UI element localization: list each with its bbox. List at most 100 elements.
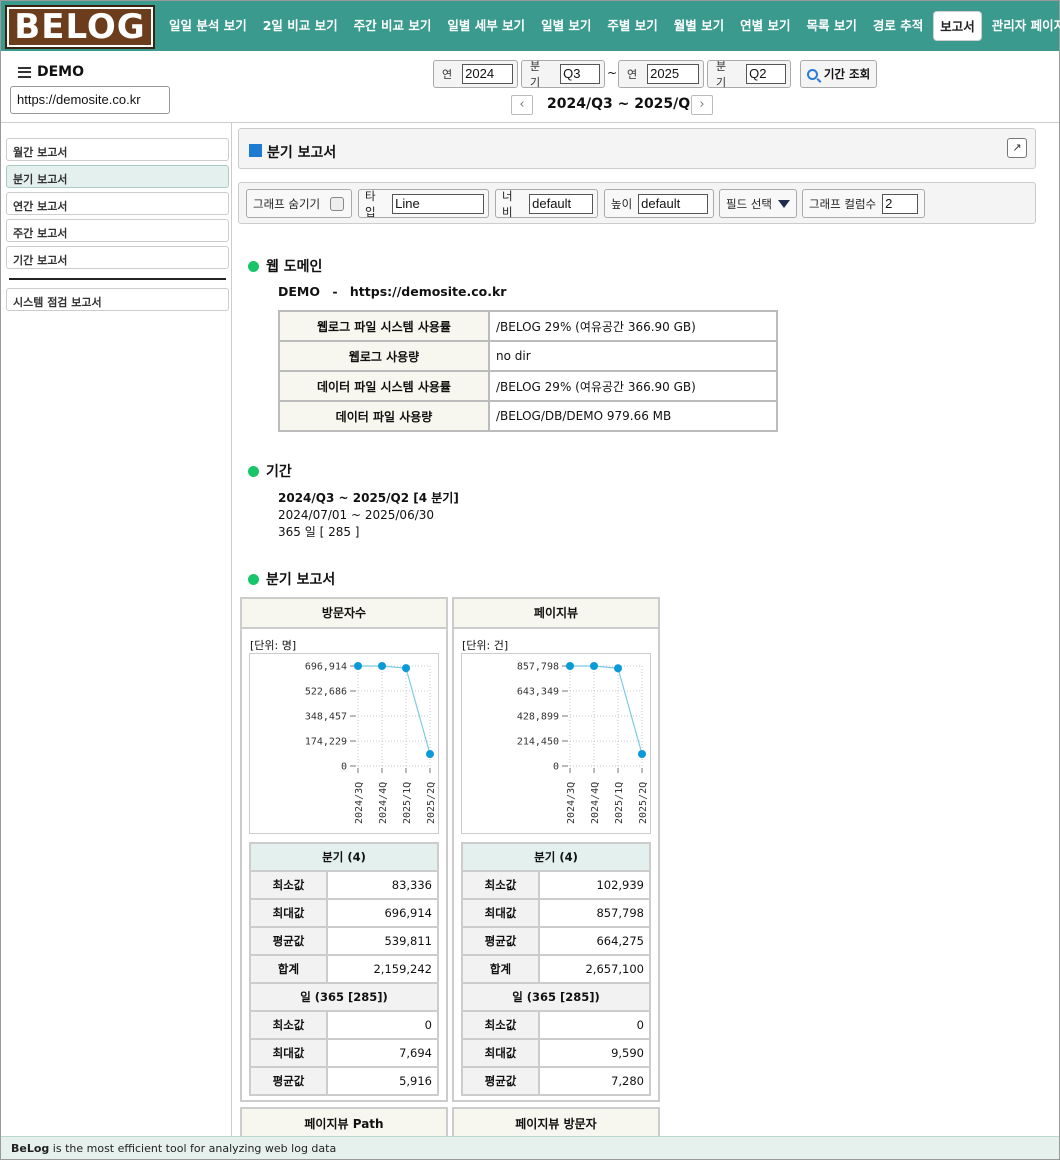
table-row: 분기 (4)	[461, 842, 651, 872]
period-search-button[interactable]: 기간 조회	[800, 60, 877, 88]
period-info: 2024/Q3 ~ 2025/Q2 [4 분기] 2024/07/01 ~ 20…	[278, 490, 459, 541]
graph-columns-input[interactable]: 2	[882, 193, 919, 214]
table-row: 최소값 0	[249, 1010, 439, 1040]
stat-value: 539,811	[326, 926, 439, 956]
nav-item-11[interactable]: 관리자 페이지	[984, 11, 1060, 41]
stat-key: 최소값	[461, 1010, 540, 1040]
data-point[interactable]	[638, 749, 646, 758]
nav-item-6[interactable]: 월별 보기	[666, 11, 732, 41]
menu-icon[interactable]	[18, 66, 31, 78]
type-input[interactable]: Line	[392, 193, 484, 214]
next-period-button[interactable]: ›	[691, 95, 713, 115]
bullet-icon	[248, 465, 259, 477]
data-point[interactable]	[378, 662, 386, 670]
sidebar-item-period[interactable]: 기간 보고서	[6, 246, 229, 269]
section-web-domain: 웹 도메인	[248, 256, 322, 276]
stat-value: 664,275	[538, 926, 651, 956]
pageviews-line-chart: 0 214,450 428,899 643,349 857,798 2024/3Q 2024…	[517, 662, 649, 825]
nav-item-3[interactable]: 일별 세부 보기	[439, 11, 533, 41]
period-tilde: ~	[607, 66, 618, 80]
visitors-chart: 0 174,229 348,457 522,686 696,914 2024/3Q 2024…	[249, 653, 439, 834]
graph-columns-field[interactable]: 그래프 컬럼수 2	[802, 189, 925, 218]
data-point[interactable]	[354, 662, 362, 670]
nav-item-7[interactable]: 연별 보기	[732, 11, 798, 41]
from-quarter-label: 분기	[530, 60, 541, 89]
table-row: 최소값 0	[461, 1010, 651, 1040]
x-tick-label: 2025/1Q	[614, 782, 625, 824]
y-tick-label: 0	[553, 762, 559, 773]
nav-item-2[interactable]: 주간 비교 보기	[346, 11, 440, 41]
hide-graph-toggle[interactable]: 그래프 숨기기	[246, 189, 352, 218]
nav-item-0[interactable]: 일일 분석 보기	[161, 11, 255, 41]
nav-item-9[interactable]: 경로 추적	[865, 11, 931, 41]
table-row: 웹로그 파일 시스템 사용률 /BELOG 29% (여유공간 366.90 G…	[278, 310, 778, 342]
width-input[interactable]: default	[529, 193, 593, 214]
hide-graph-checkbox[interactable]	[330, 196, 345, 211]
width-label: 너비	[502, 188, 513, 219]
sidebar-item-monthly[interactable]: 월간 보고서	[6, 138, 229, 161]
to-quarter-input[interactable]: Q2	[746, 64, 786, 84]
from-quarter-field[interactable]: 분기 Q3	[521, 60, 605, 89]
info-key: 웹로그 사용량	[278, 340, 490, 372]
domain-line: DEMO - https://demosite.co.kr	[278, 284, 506, 299]
field-select-dropdown[interactable]: 필드 선택	[719, 189, 797, 218]
period-days: 365 일 [ 285 ]	[278, 525, 360, 539]
belog-logo[interactable]: BELOG	[5, 5, 155, 49]
height-field[interactable]: 높이 default	[604, 189, 714, 218]
x-tick-label: 2024/4Q	[378, 782, 389, 824]
panel-title: 분기 보고서	[267, 145, 337, 161]
from-year-field[interactable]: 연 2024	[433, 60, 518, 88]
table-row: 최대값 7,694	[249, 1038, 439, 1068]
type-field[interactable]: 타입 Line	[358, 189, 489, 219]
prev-period-button[interactable]: ‹	[511, 95, 533, 115]
table-row: 최대값 696,914	[249, 898, 439, 928]
period-dates: 2024/07/01 ~ 2025/06/30	[278, 508, 435, 522]
info-key: 데이터 파일 시스템 사용률	[278, 370, 490, 402]
table-row: 일 (365 [285])	[249, 982, 439, 1012]
nav-item-4[interactable]: 일별 보기	[533, 11, 599, 41]
data-point[interactable]	[614, 664, 622, 673]
graph-toolbar: 그래프 숨기기 타입 Line 너비 default 높이 default 필드…	[238, 182, 1036, 224]
sidebar-item-quarterly[interactable]: 분기 보고서	[6, 165, 229, 188]
to-year-field[interactable]: 연 2025	[618, 60, 704, 88]
to-year-input[interactable]: 2025	[647, 64, 699, 84]
height-input[interactable]: default	[638, 193, 709, 214]
stat-key: 평균값	[249, 926, 328, 956]
nav-item-8[interactable]: 목록 보기	[799, 11, 865, 41]
bullet-icon	[248, 260, 259, 272]
table-row: 평균값 664,275	[461, 926, 651, 956]
table-row: 웹로그 사용량 no dir	[278, 340, 778, 372]
data-point[interactable]	[402, 664, 410, 673]
site-url-select[interactable]: https://demosite.co.kr	[10, 86, 170, 114]
card-pageview-path: 페이지뷰 Path	[240, 1107, 448, 1137]
site-title[interactable]: DEMO	[18, 64, 84, 80]
external-link-icon[interactable]: ↗	[1007, 138, 1027, 158]
x-tick-label: 2025/2Q	[426, 782, 437, 824]
caret-down-icon	[777, 199, 790, 208]
sidebar-item-yearly[interactable]: 연간 보고서	[6, 192, 229, 215]
y-tick-label: 522,686	[305, 687, 347, 698]
data-point[interactable]	[566, 662, 574, 670]
nav-item-5[interactable]: 주별 보기	[599, 11, 665, 41]
width-field[interactable]: 너비 default	[495, 188, 598, 219]
from-quarter-input[interactable]: Q3	[560, 64, 600, 84]
sidebar-item-system-check[interactable]: 시스템 점검 보고서	[6, 288, 229, 311]
nav-item-10[interactable]: 보고서	[933, 11, 982, 41]
info-value: /BELOG 29% (여유공간 366.90 GB)	[488, 310, 778, 342]
stat-value: 0	[326, 1010, 439, 1040]
footer-brand: BeLog	[11, 1142, 50, 1155]
from-year-input[interactable]: 2024	[462, 64, 513, 84]
to-quarter-field[interactable]: 분기 Q2	[707, 60, 791, 89]
footer-text: is the most efficient tool for analyzing…	[49, 1142, 337, 1155]
search-icon	[806, 68, 818, 80]
height-label: 높이	[611, 196, 633, 211]
x-tick-label: 2025/2Q	[638, 782, 649, 824]
data-point[interactable]	[426, 750, 434, 759]
y-tick-label: 214,450	[517, 737, 559, 748]
stat-key: 최대값	[249, 1038, 328, 1068]
quarter-stats-table: 분기 (4) 최소값 102,939 최대값 857,798 평균값 664,275 …	[461, 842, 651, 1096]
report-panel-header: 분기 보고서 ↗	[238, 128, 1036, 169]
sidebar-item-weekly[interactable]: 주간 보고서	[6, 219, 229, 242]
nav-item-1[interactable]: 2일 비교 보기	[255, 11, 346, 41]
data-point[interactable]	[590, 662, 598, 670]
